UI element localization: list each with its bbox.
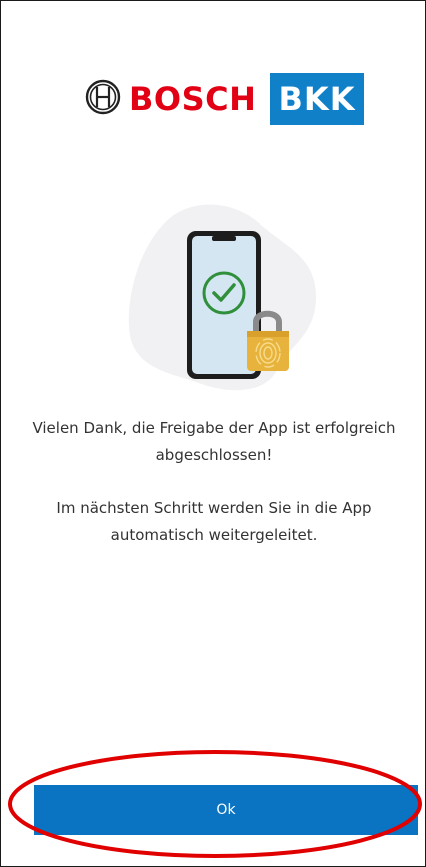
brand-header: BOSCH BKK	[1, 73, 426, 125]
bosch-logo-icon	[85, 79, 121, 115]
success-illustration	[128, 204, 316, 391]
app-screen: BOSCH BKK Vielen Dank, die Freigabe der …	[0, 0, 426, 867]
redirect-message: Im nächsten Schritt werden Sie in die Ap…	[56, 499, 372, 544]
success-message: Vielen Dank, die Freigabe der App ist er…	[32, 419, 396, 464]
bkk-logo: BKK	[270, 73, 364, 125]
bosch-logo-text: BOSCH	[129, 80, 257, 118]
ok-button[interactable]: Ok	[34, 785, 418, 835]
